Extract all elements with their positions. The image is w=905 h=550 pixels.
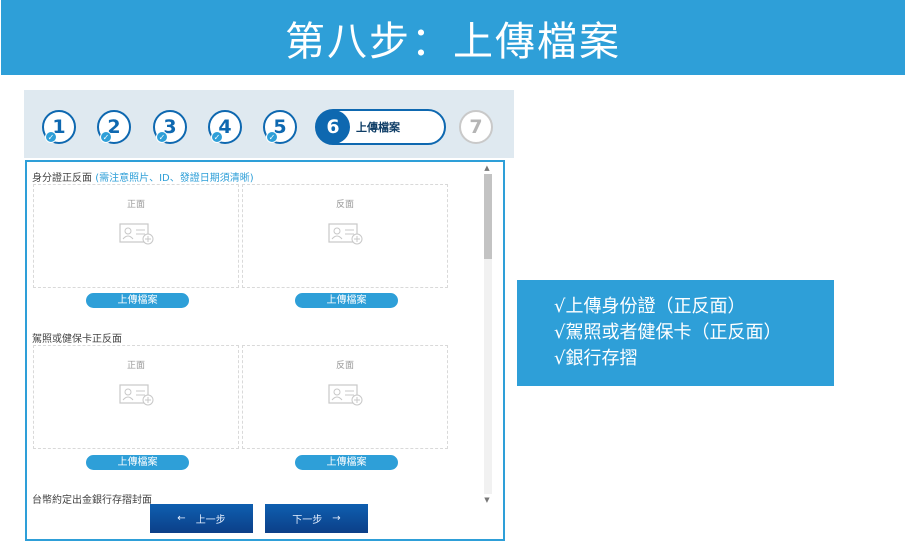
- upload-button-id-back[interactable]: 上傳檔案: [295, 293, 398, 308]
- card-side-label: 反面: [335, 361, 354, 371]
- upload-button-license-front[interactable]: 上傳檔案: [86, 455, 189, 470]
- scrollbar-track[interactable]: [484, 174, 492, 494]
- upload-card-back[interactable]: 反面: [242, 345, 448, 449]
- step-number: 7: [469, 116, 483, 138]
- next-step-button[interactable]: 下一步 →: [265, 504, 368, 533]
- step-3[interactable]: 3 ✓: [153, 110, 187, 144]
- section-title-text: 身分證正反面: [32, 173, 92, 184]
- card-side-label: 反面: [335, 200, 354, 210]
- check-icon: ✓: [45, 131, 57, 143]
- section-title-id-card: 身分證正反面 (需注意照片、ID、發證日期須清晰): [32, 169, 254, 184]
- step-1[interactable]: 1 ✓: [42, 110, 76, 144]
- step-number: 6: [316, 110, 350, 144]
- step-5[interactable]: 5 ✓: [263, 110, 297, 144]
- card-side-label: 正面: [126, 361, 145, 371]
- step-progress-bar: 1 ✓ 2 ✓ 3 ✓ 4 ✓ 5 ✓ 6 上傳檔案 7: [24, 90, 514, 158]
- section-note: (需注意照片、ID、發證日期須清晰): [95, 173, 254, 184]
- upload-button-id-front[interactable]: 上傳檔案: [86, 293, 189, 308]
- check-icon: ✓: [266, 131, 278, 143]
- step-label: 上傳檔案: [356, 121, 400, 134]
- prev-step-label: 上一步: [195, 515, 226, 526]
- scrollbar-thumb[interactable]: [484, 174, 492, 259]
- upload-card-front[interactable]: 正面: [33, 184, 239, 288]
- page-title: 第八步：上傳檔案: [1, 0, 905, 75]
- step-7: 7: [459, 110, 493, 144]
- section-title-text: 駕照或健保卡正反面: [32, 334, 122, 345]
- requirements-callout: √上傳身份證（正反面） √駕照或者健保卡（正反面） √銀行存摺: [517, 280, 834, 386]
- scroll-down-icon[interactable]: ▼: [481, 496, 493, 504]
- step-2[interactable]: 2 ✓: [97, 110, 131, 144]
- upload-form-panel: 身分證正反面 (需注意照片、ID、發證日期須清晰) 正面 反面 上傳檔案 上傳檔…: [25, 160, 505, 541]
- card-side-label: 正面: [126, 200, 145, 210]
- section-title-text: 台幣約定出金銀行存摺封面: [32, 495, 152, 506]
- check-icon: ✓: [100, 131, 112, 143]
- upload-card-front[interactable]: 正面: [33, 345, 239, 449]
- arrow-right-icon: →: [332, 513, 341, 524]
- upload-button-license-back[interactable]: 上傳檔案: [295, 455, 398, 470]
- next-step-label: 下一步: [292, 515, 323, 526]
- id-card-icon: [328, 223, 363, 245]
- requirement-item: √銀行存摺: [554, 348, 638, 369]
- prev-step-button[interactable]: ← 上一步: [150, 504, 253, 533]
- requirement-item: √駕照或者健保卡（正反面）: [554, 322, 782, 343]
- id-card-icon: [119, 223, 154, 245]
- arrow-left-icon: ←: [177, 513, 186, 524]
- requirement-item: √上傳身份證（正反面）: [554, 296, 746, 317]
- check-icon: ✓: [156, 131, 168, 143]
- upload-card-back[interactable]: 反面: [242, 184, 448, 288]
- step-6-current: 6 上傳檔案: [315, 109, 446, 145]
- id-card-icon: [328, 384, 363, 406]
- id-card-icon: [119, 384, 154, 406]
- check-icon: ✓: [211, 131, 223, 143]
- step-4[interactable]: 4 ✓: [208, 110, 242, 144]
- section-title-bankbook: 台幣約定出金銀行存摺封面: [32, 491, 152, 506]
- scroll-up-icon[interactable]: ▲: [481, 164, 493, 172]
- section-title-license: 駕照或健保卡正反面: [32, 330, 122, 345]
- scrollbar[interactable]: ▲ ▼: [481, 164, 493, 504]
